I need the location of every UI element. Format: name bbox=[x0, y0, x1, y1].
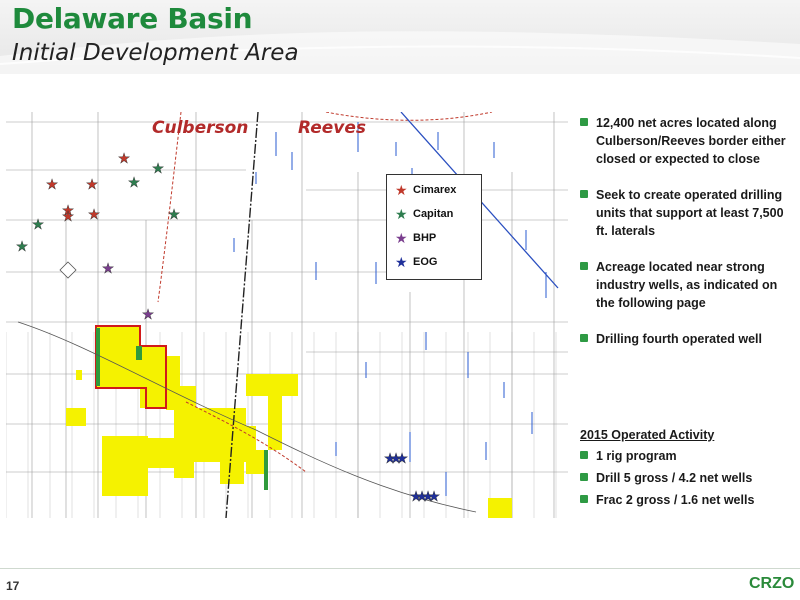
well-star-icon: ★ bbox=[118, 150, 131, 166]
acreage-block bbox=[140, 346, 166, 408]
star-icon: ★ bbox=[395, 206, 408, 222]
well-star-icon: ★ bbox=[396, 450, 409, 466]
county-label-reeves: Reeves bbox=[298, 118, 367, 138]
acreage-block bbox=[66, 408, 86, 426]
slide-title: Delaware Basin bbox=[12, 2, 253, 35]
legend-item-eog: ★ EOG bbox=[395, 253, 437, 271]
well-star-icon: ★ bbox=[46, 176, 59, 192]
star-icon: ★ bbox=[395, 230, 408, 246]
legend-label: Capitan bbox=[413, 208, 454, 220]
legend-label: EOG bbox=[413, 256, 438, 268]
acreage-block bbox=[220, 462, 244, 484]
well-star-icon: ★ bbox=[428, 488, 441, 504]
operated-activity-section: 2015 Operated Activity 1 rig program Dri… bbox=[580, 428, 795, 513]
acreage-block bbox=[488, 498, 512, 518]
page-number: 17 bbox=[6, 579, 20, 593]
lease-marker bbox=[59, 261, 77, 279]
legend-item-bhp: ★ BHP bbox=[395, 229, 436, 247]
footer-divider bbox=[0, 568, 800, 569]
acreage-blocks bbox=[66, 326, 512, 518]
star-icon: ★ bbox=[395, 182, 408, 198]
map-canvas: ★★★ ★ ★★★ ★ ★★★★★★★★★★★★ bbox=[6, 112, 568, 518]
road-line bbox=[17, 321, 477, 513]
well-star-icon: ★ bbox=[142, 306, 155, 322]
acreage-block bbox=[166, 356, 180, 386]
well-star-icon: ★ bbox=[88, 206, 101, 222]
acreage-block bbox=[166, 386, 196, 410]
key-points-list: 12,400 net acres located along Culberson… bbox=[580, 114, 795, 366]
acreage-block bbox=[246, 374, 298, 396]
list-item: Drilling fourth operated well bbox=[580, 330, 795, 348]
acreage-map: ★ ★ ★ ★ ★ ★ ★ ★ ★ ★ ★ ★ ★ ★ ★ ★ ★ ★ ★ ★ Culberson Reeves ★ … bbox=[6, 112, 568, 518]
county-label-culberson: Culberson bbox=[152, 118, 249, 138]
slide-header: Delaware Basin Initial Development Area bbox=[0, 0, 800, 74]
legend-item-cimarex: ★ Cimarex bbox=[395, 181, 456, 199]
company-logo: CRZO bbox=[749, 575, 795, 592]
bullet-icon bbox=[580, 451, 588, 459]
bullet-icon bbox=[580, 262, 588, 270]
well-star-icon: ★ bbox=[168, 206, 181, 222]
well-star-icon: ★ bbox=[16, 238, 29, 254]
acreage-block bbox=[148, 438, 174, 468]
list-item: 1 rig program bbox=[580, 447, 795, 465]
acreage-block bbox=[174, 408, 246, 440]
list-item: Acreage located near strong industry wel… bbox=[580, 258, 795, 312]
list-item: 12,400 net acres located along Culberson… bbox=[580, 114, 795, 168]
bullet-icon bbox=[580, 473, 588, 481]
acreage-block bbox=[194, 440, 246, 462]
bullet-icon bbox=[580, 495, 588, 503]
well-star-icon: ★ bbox=[32, 216, 45, 232]
list-item: Seek to create operated drilling units t… bbox=[580, 186, 795, 240]
bullet-icon bbox=[580, 190, 588, 198]
legend-label: BHP bbox=[413, 232, 437, 244]
bullet-icon bbox=[580, 118, 588, 126]
acreage-block bbox=[102, 436, 148, 496]
legend-label: Cimarex bbox=[413, 184, 457, 196]
list-item: Drill 5 gross / 4.2 net wells bbox=[580, 469, 795, 487]
operated-strip bbox=[136, 346, 142, 360]
operated-strip bbox=[96, 328, 100, 386]
map-legend: ★ Cimarex ★ Capitan ★ BHP ★ EOG bbox=[386, 174, 482, 280]
legend-item-capitan: ★ Capitan bbox=[395, 205, 453, 223]
acreage-block bbox=[76, 370, 82, 380]
well-star-icon: ★ bbox=[102, 260, 115, 276]
list-item: Frac 2 gross / 1.6 net wells bbox=[580, 491, 795, 509]
slide-subtitle: Initial Development Area bbox=[12, 40, 299, 66]
well-star-icon: ★ bbox=[86, 176, 99, 192]
section-heading: 2015 Operated Activity bbox=[580, 428, 715, 442]
well-star-icon: ★ bbox=[62, 208, 75, 224]
well-star-icon: ★ bbox=[152, 160, 165, 176]
bullet-icon bbox=[580, 334, 588, 342]
acreage-block bbox=[174, 438, 194, 478]
well-star-icon: ★ bbox=[128, 174, 141, 190]
acreage-block bbox=[246, 450, 266, 474]
operated-strip bbox=[264, 450, 268, 490]
section-grid bbox=[6, 112, 568, 518]
star-icon: ★ bbox=[395, 254, 408, 270]
